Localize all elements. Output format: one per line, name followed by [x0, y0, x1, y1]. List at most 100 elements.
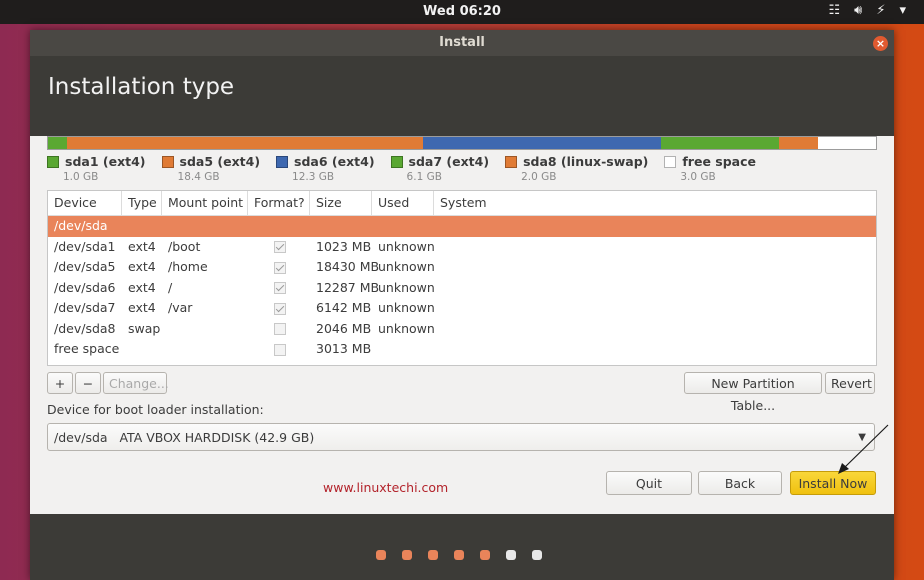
- cell-system: [434, 298, 876, 319]
- remove-partition-button[interactable]: −: [75, 372, 101, 394]
- legend-name: sda6 (ext4): [276, 154, 375, 169]
- table-row[interactable]: /dev/sda1 ext4/boot 1023 MB unknown: [48, 237, 876, 258]
- cell-mount-point: /home: [168, 259, 208, 274]
- cell-format: [248, 298, 310, 319]
- col-mount-point[interactable]: Mount point: [162, 191, 248, 215]
- new-partition-table-button[interactable]: New Partition Table...: [684, 372, 822, 413]
- network-icon[interactable]: ☷: [828, 3, 840, 18]
- legend-swatch: [47, 155, 59, 168]
- install-now-button[interactable]: Install Now: [790, 471, 876, 495]
- partition-bar-segment: [779, 137, 818, 149]
- page-title: Installation type: [48, 74, 235, 100]
- format-checkbox[interactable]: [274, 302, 286, 315]
- device-name: /dev/sda: [54, 218, 108, 233]
- legend-label: sda7 (ext4): [408, 154, 490, 169]
- cell-type: ext4: [128, 238, 156, 254]
- cell-used: unknown: [378, 279, 435, 295]
- table-row-device[interactable]: /dev/sda: [48, 216, 876, 237]
- legend-label: sda5 (ext4): [179, 154, 261, 169]
- progress-dot: [376, 550, 386, 560]
- legend-item: sda7 (ext4) 6.1 GB: [390, 154, 490, 183]
- bootloader-device-select[interactable]: /dev/sda ATA VBOX HARDDISK (42.9 GB) ▼: [47, 423, 875, 451]
- close-icon[interactable]: ×: [873, 36, 888, 51]
- legend-size: 12.3 GB: [292, 171, 335, 183]
- legend-swatch: [161, 155, 174, 168]
- format-checkbox[interactable]: [274, 241, 286, 253]
- partition-legend: sda1 (ext4) 1.0 GB sda5 (ext4) 18.4 GB sda6 …: [47, 154, 877, 183]
- legend-swatch: [390, 155, 403, 168]
- title-bar[interactable]: Install ×: [30, 30, 894, 56]
- cell-format: [248, 278, 310, 299]
- format-checkbox[interactable]: [274, 343, 286, 356]
- table-row[interactable]: /dev/sda6 ext4 / 12287 MB unknown: [48, 278, 876, 299]
- cell-device: /dev/sda1: [54, 238, 116, 254]
- cell-format: [248, 257, 310, 278]
- cell-used: [372, 339, 434, 360]
- cell-size: 1023 MB: [316, 238, 372, 254]
- back-button[interactable]: Back: [698, 471, 782, 495]
- cell-used: unknown: [378, 238, 435, 254]
- cell-system: [434, 237, 876, 258]
- table-header: Device Type Mount point Format? Size Use…: [48, 191, 876, 216]
- battery-icon[interactable]: ⚡: [876, 3, 885, 18]
- progress-dots: [376, 550, 542, 560]
- progress-dot: [402, 550, 412, 560]
- bootloader-selected-value: /dev/sda ATA VBOX HARDDISK (42.9 GB): [54, 430, 315, 445]
- add-partition-button[interactable]: +: [47, 372, 73, 394]
- col-system[interactable]: System: [434, 191, 876, 215]
- col-format[interactable]: Format?: [248, 191, 310, 215]
- legend-item: free space 3.0 GB: [664, 154, 756, 183]
- legend-name: sda1 (ext4): [47, 154, 146, 169]
- partition-table[interactable]: Device Type Mount point Format? Size Use…: [47, 190, 877, 366]
- legend-label: sda1 (ext4): [65, 154, 146, 169]
- table-row[interactable]: /dev/sda5 ext4/home 18430 MB unknown: [48, 257, 876, 278]
- cell-device: /dev/sda5: [54, 259, 116, 274]
- partition-bar-segment: [48, 137, 68, 149]
- cell-type: [122, 339, 162, 360]
- cell-format: [248, 339, 310, 360]
- cell-used: unknown: [378, 320, 435, 336]
- system-menu-icon[interactable]: ▾: [899, 3, 906, 18]
- cell-size: 12287 MB: [316, 279, 380, 295]
- legend-size: 18.4 GB: [177, 171, 220, 183]
- cell-system: [434, 257, 876, 278]
- legend-label: free space: [682, 154, 756, 169]
- chevron-down-icon: ▼: [858, 432, 866, 443]
- cell-used: unknown: [378, 300, 435, 315]
- top-bar: Wed 06:20 ☷ 🔊︎ ⚡ ▾: [0, 0, 924, 24]
- format-checkbox[interactable]: [274, 282, 286, 294]
- col-type[interactable]: Type: [122, 191, 162, 215]
- revert-button[interactable]: Revert: [825, 372, 875, 394]
- legend-size: 6.1 GB: [406, 171, 442, 183]
- system-tray[interactable]: ☷ 🔊︎ ⚡ ▾: [828, 3, 906, 18]
- table-row[interactable]: /dev/sda8 swap 2046 MB unknown: [48, 319, 876, 340]
- bootloader-label: Device for boot loader installation:: [47, 402, 264, 417]
- legend-name: sda7 (ext4): [390, 154, 490, 169]
- cell-mount-point: [162, 319, 248, 340]
- window-title: Install: [439, 35, 485, 50]
- col-size[interactable]: Size: [310, 191, 372, 215]
- change-partition-button[interactable]: Change...: [103, 372, 169, 394]
- cell-mount-point: /: [168, 279, 173, 295]
- legend-label: sda8 (linux-swap): [523, 154, 649, 169]
- partition-usage-bar: [47, 136, 877, 150]
- page-header: Installation type: [30, 56, 894, 136]
- cell-type: swap: [128, 320, 161, 336]
- cell-device: free space: [54, 341, 120, 356]
- cell-size: 2046 MB: [316, 320, 372, 336]
- col-used[interactable]: Used: [372, 191, 434, 215]
- col-device[interactable]: Device: [48, 191, 122, 215]
- volume-icon[interactable]: 🔊︎: [854, 3, 862, 18]
- legend-size: 1.0 GB: [63, 171, 99, 183]
- quit-button[interactable]: Quit: [606, 471, 692, 495]
- cell-format: [248, 237, 310, 258]
- legend-name: sda5 (ext4): [161, 154, 261, 169]
- format-checkbox[interactable]: [274, 323, 286, 335]
- table-row[interactable]: free space 3013 MB: [48, 339, 876, 360]
- clock[interactable]: Wed 06:20: [0, 4, 924, 19]
- cell-type: ext4: [128, 300, 156, 315]
- cell-format: [248, 319, 310, 340]
- partition-bar-segment: [661, 137, 780, 149]
- format-checkbox[interactable]: [274, 261, 286, 274]
- table-row[interactable]: /dev/sda7 ext4/var 6142 MB unknown: [48, 298, 876, 319]
